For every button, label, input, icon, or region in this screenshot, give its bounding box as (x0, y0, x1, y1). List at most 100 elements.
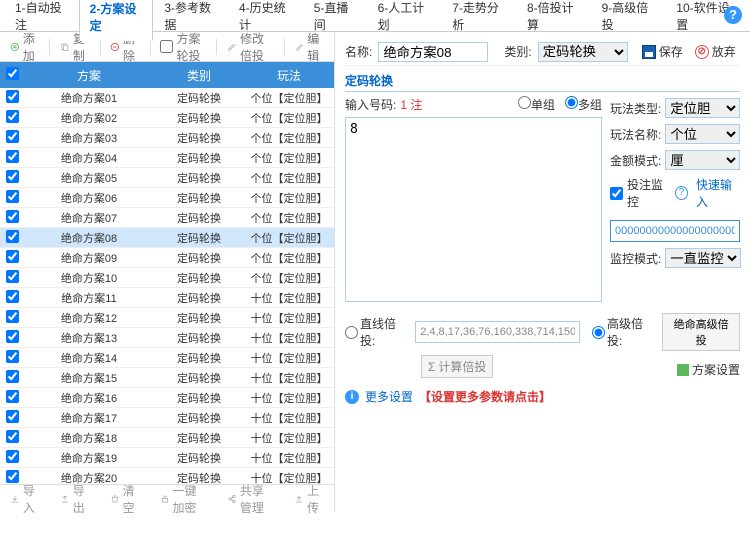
row-checkbox[interactable] (6, 250, 19, 263)
tab-2[interactable]: 3-参考数据 (153, 0, 228, 40)
help-icon[interactable]: ? (675, 186, 688, 200)
bottom-toolbar: 导入 导出 清空 一键加密 共享管理 上传 (0, 484, 334, 512)
table-row[interactable]: 绝命方案09定码轮换个位【定位胆】 (0, 248, 334, 268)
row-play: 个位【定位胆】 (244, 210, 334, 226)
table-row[interactable]: 绝命方案10定码轮换个位【定位胆】 (0, 268, 334, 288)
table-row[interactable]: 绝命方案02定码轮换个位【定位胆】 (0, 108, 334, 128)
row-plan: 绝命方案01 (24, 90, 154, 106)
name-input[interactable] (378, 42, 488, 62)
row-checkbox[interactable] (6, 90, 19, 103)
row-plan: 绝命方案16 (24, 390, 154, 406)
row-plan: 绝命方案13 (24, 330, 154, 346)
row-play: 个位【定位胆】 (244, 170, 334, 186)
export-button[interactable]: 导出 (56, 480, 94, 518)
row-checkbox[interactable] (6, 350, 19, 363)
tab-6[interactable]: 7-走势分析 (441, 0, 516, 40)
row-checkbox[interactable] (6, 390, 19, 403)
row-plan: 绝命方案08 (24, 230, 154, 246)
monitor-checkbox[interactable] (610, 187, 623, 200)
row-checkbox[interactable] (6, 330, 19, 343)
playname-label: 玩法名称: (610, 126, 661, 143)
table-row[interactable]: 绝命方案03定码轮换个位【定位胆】 (0, 128, 334, 148)
table-row[interactable]: 绝命方案11定码轮换十位【定位胆】 (0, 288, 334, 308)
table-body[interactable]: 绝命方案01定码轮换个位【定位胆】绝命方案02定码轮换个位【定位胆】绝命方案03… (0, 88, 334, 484)
row-play: 个位【定位胆】 (244, 270, 334, 286)
adv-mul-button[interactable]: 绝命高级倍投 (662, 313, 740, 351)
row-type: 定码轮换 (154, 290, 244, 306)
tab-5[interactable]: 6-人工计划 (367, 0, 442, 40)
row-plan: 绝命方案03 (24, 130, 154, 146)
table-row[interactable]: 绝命方案12定码轮换十位【定位胆】 (0, 308, 334, 328)
table-row[interactable]: 绝命方案01定码轮换个位【定位胆】 (0, 88, 334, 108)
row-checkbox[interactable] (6, 110, 19, 123)
row-checkbox[interactable] (6, 150, 19, 163)
row-type: 定码轮换 (154, 250, 244, 266)
right-top-row: 名称: 类别: 定码轮换 保存 ⊘放弃 (345, 38, 740, 66)
tab-1[interactable]: 2-方案设定 (79, 0, 154, 41)
single-group-radio[interactable]: 单组 (518, 96, 555, 113)
playname-select[interactable]: 个位 (665, 124, 740, 144)
row-checkbox[interactable] (6, 410, 19, 423)
tab-3[interactable]: 4-历史统计 (228, 0, 303, 40)
row-checkbox[interactable] (6, 290, 19, 303)
abandon-button[interactable]: ⊘放弃 (695, 43, 736, 60)
table-row[interactable]: 绝命方案13定码轮换十位【定位胆】 (0, 328, 334, 348)
upload-button[interactable]: 上传 (290, 480, 328, 518)
row-checkbox[interactable] (6, 270, 19, 283)
tab-8[interactable]: 9-高级倍投 (591, 0, 666, 40)
multi-group-radio[interactable]: 多组 (565, 96, 602, 113)
more-hint: 【设置更多参数请点击】 (419, 388, 551, 405)
table-row[interactable]: 绝命方案08定码轮换个位【定位胆】 (0, 228, 334, 248)
row-checkbox[interactable] (6, 230, 19, 243)
import-button[interactable]: 导入 (6, 480, 44, 518)
table-row[interactable]: 绝命方案04定码轮换个位【定位胆】 (0, 148, 334, 168)
seq-input[interactable] (415, 321, 580, 343)
row-plan: 绝命方案14 (24, 350, 154, 366)
table-row[interactable]: 绝命方案18定码轮换十位【定位胆】 (0, 428, 334, 448)
more-settings-link[interactable]: 更多设置 (365, 388, 413, 405)
table-row[interactable]: 绝命方案06定码轮换个位【定位胆】 (0, 188, 334, 208)
row-checkbox[interactable] (6, 210, 19, 223)
type-select[interactable]: 定码轮换 (538, 42, 628, 62)
line-mul-radio[interactable]: 直线倍投: (345, 315, 409, 349)
help-icon[interactable]: ? (724, 6, 742, 24)
table-row[interactable]: 绝命方案16定码轮换十位【定位胆】 (0, 388, 334, 408)
table-row[interactable]: 绝命方案14定码轮换十位【定位胆】 (0, 348, 334, 368)
number-input-textarea[interactable]: 8 (345, 117, 602, 302)
col-plan-header: 方案 (24, 67, 154, 84)
table-row[interactable]: 绝命方案19定码轮换十位【定位胆】 (0, 448, 334, 468)
row-checkbox[interactable] (6, 450, 19, 463)
table-row[interactable]: 绝命方案17定码轮换十位【定位胆】 (0, 408, 334, 428)
quick-value-input[interactable] (610, 220, 740, 242)
row-checkbox[interactable] (6, 130, 19, 143)
monitormode-select[interactable]: 一直监控 (665, 248, 741, 268)
row-play: 十位【定位胆】 (244, 370, 334, 386)
select-all-checkbox[interactable] (6, 67, 19, 80)
adv-mul-radio[interactable]: 高级倍投: (592, 315, 656, 349)
tab-4[interactable]: 5-直播间 (303, 0, 367, 40)
table-row[interactable]: 绝命方案05定码轮换个位【定位胆】 (0, 168, 334, 188)
row-checkbox[interactable] (6, 170, 19, 183)
calc-mul-button[interactable]: Σ计算倍投 (421, 355, 493, 378)
row-play: 十位【定位胆】 (244, 350, 334, 366)
row-checkbox[interactable] (6, 430, 19, 443)
row-plan: 绝命方案19 (24, 450, 154, 466)
col-play-header: 玩法 (244, 67, 334, 84)
onekey-button[interactable]: 一键加密 (156, 480, 211, 518)
row-type: 定码轮换 (154, 230, 244, 246)
row-checkbox[interactable] (6, 310, 19, 323)
save-button[interactable]: 保存 (642, 43, 683, 60)
plan-settings-button[interactable]: 方案设置 (677, 361, 740, 378)
clear-button[interactable]: 清空 (106, 480, 144, 518)
row-checkbox[interactable] (6, 190, 19, 203)
section-title: 定码轮换 (345, 66, 740, 92)
quick-input-link[interactable]: 快速输入 (696, 176, 740, 210)
row-checkbox[interactable] (6, 370, 19, 383)
playtype-select[interactable]: 定位胆 (665, 98, 740, 118)
moneymode-select[interactable]: 厘 (665, 150, 740, 170)
tab-0[interactable]: 1-自动投注 (4, 0, 79, 40)
table-row[interactable]: 绝命方案07定码轮换个位【定位胆】 (0, 208, 334, 228)
table-row[interactable]: 绝命方案15定码轮换十位【定位胆】 (0, 368, 334, 388)
tab-7[interactable]: 8-倍投计算 (516, 0, 591, 40)
share-button[interactable]: 共享管理 (223, 480, 278, 518)
